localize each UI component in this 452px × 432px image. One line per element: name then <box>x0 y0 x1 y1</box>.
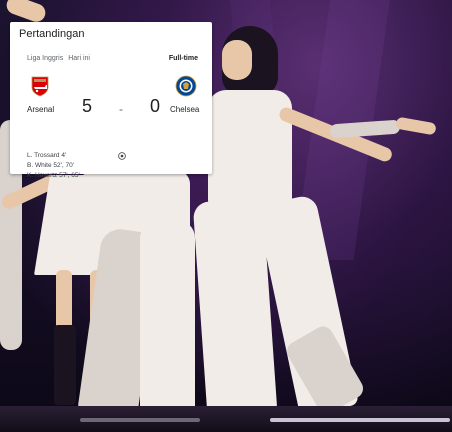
date-label: Hari ini <box>68 55 90 62</box>
football-icon <box>118 152 126 160</box>
scorer-item: K. Havertz 57', 65' <box>27 172 80 179</box>
score-separator: - <box>119 102 123 116</box>
goal-scorers-list: L. Trossard 4' B. White 52', 70' K. Have… <box>27 151 80 181</box>
arsenal-crest-icon[interactable] <box>29 75 51 97</box>
scorer-item: L. Trossard 4' <box>27 152 67 159</box>
away-score: 0 <box>150 96 161 116</box>
away-team-name[interactable]: Chelsea <box>170 105 199 114</box>
scorer-item: B. White 52', 70' <box>27 162 74 169</box>
chelsea-crest-icon[interactable] <box>175 75 197 97</box>
match-status: Full-time <box>168 55 198 62</box>
home-team-name[interactable]: Arsenal <box>27 105 54 114</box>
home-score: 5 <box>82 96 93 116</box>
match-score-card[interactable]: Pertandingan Liga Inggris Hari ini Full-t… <box>10 22 212 179</box>
league-label[interactable]: Liga Inggris <box>27 55 63 62</box>
match-meta: Liga Inggris Hari ini <box>27 55 95 62</box>
card-title: Pertandingan <box>19 28 85 40</box>
